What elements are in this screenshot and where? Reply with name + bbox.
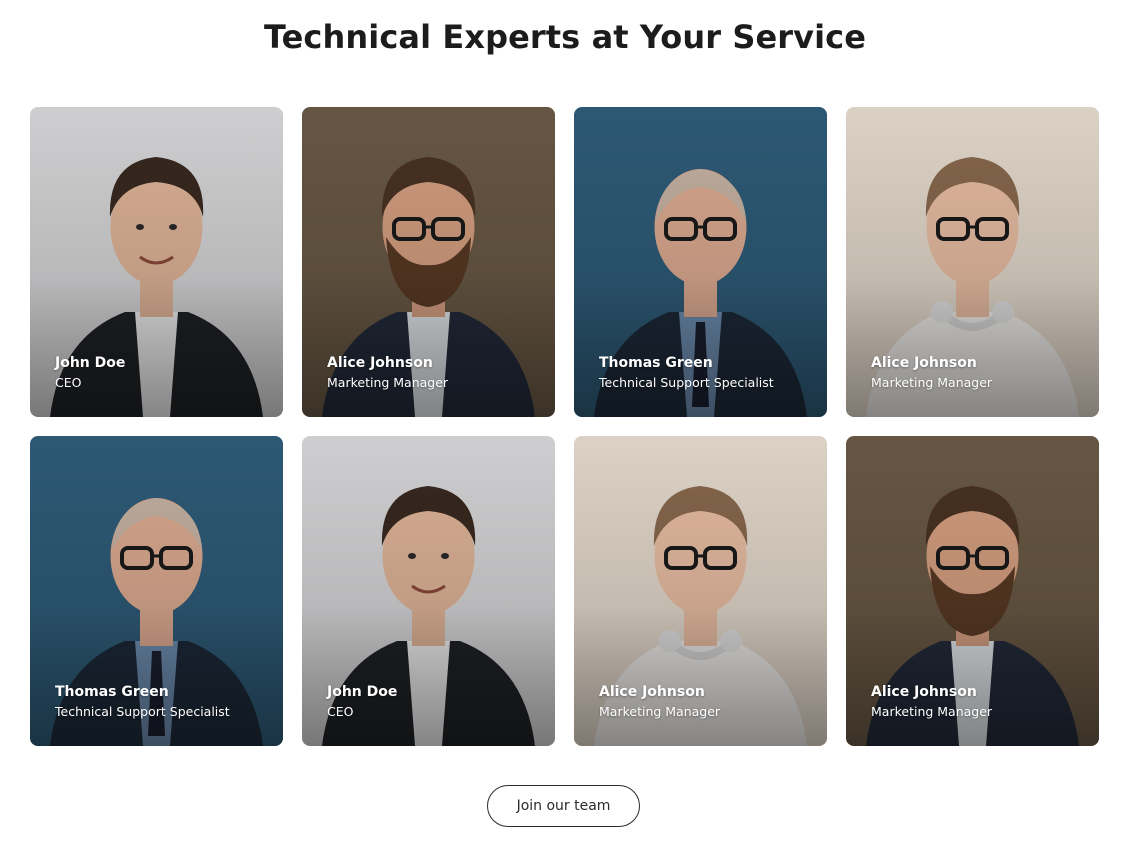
team-card[interactable]: Alice Johnson Marketing Manager: [302, 107, 555, 417]
member-role: Marketing Manager: [871, 704, 993, 719]
team-card[interactable]: Alice Johnson Marketing Manager: [846, 436, 1099, 746]
member-role: Marketing Manager: [599, 704, 721, 719]
team-section: Technical Experts at Your Service John D…: [0, 0, 1130, 848]
team-card[interactable]: Thomas Green Technical Support Specialis…: [30, 436, 283, 746]
member-name: Alice Johnson: [327, 355, 433, 371]
team-grid: John Doe CEO Alice Johnson Marketing Man…: [30, 107, 1099, 746]
member-name: John Doe: [327, 684, 398, 700]
member-role: CEO: [55, 375, 82, 390]
member-name: Alice Johnson: [599, 684, 705, 700]
member-name: Thomas Green: [55, 684, 169, 700]
member-role: Marketing Manager: [327, 375, 449, 390]
team-card[interactable]: Alice Johnson Marketing Manager: [574, 436, 827, 746]
member-role: CEO: [327, 704, 354, 719]
member-name: Alice Johnson: [871, 684, 977, 700]
member-name: Alice Johnson: [871, 355, 977, 371]
team-card[interactable]: Thomas Green Technical Support Specialis…: [574, 107, 827, 417]
team-card[interactable]: John Doe CEO: [302, 436, 555, 746]
member-name: Thomas Green: [599, 355, 713, 371]
join-team-button[interactable]: Join our team: [487, 785, 640, 827]
section-heading: Technical Experts at Your Service: [263, 18, 867, 56]
team-card[interactable]: Alice Johnson Marketing Manager: [846, 107, 1099, 417]
member-name: John Doe: [55, 355, 126, 371]
member-role: Technical Support Specialist: [55, 704, 230, 719]
member-role: Marketing Manager: [871, 375, 993, 390]
member-role: Technical Support Specialist: [599, 375, 774, 390]
team-card[interactable]: John Doe CEO: [30, 107, 283, 417]
